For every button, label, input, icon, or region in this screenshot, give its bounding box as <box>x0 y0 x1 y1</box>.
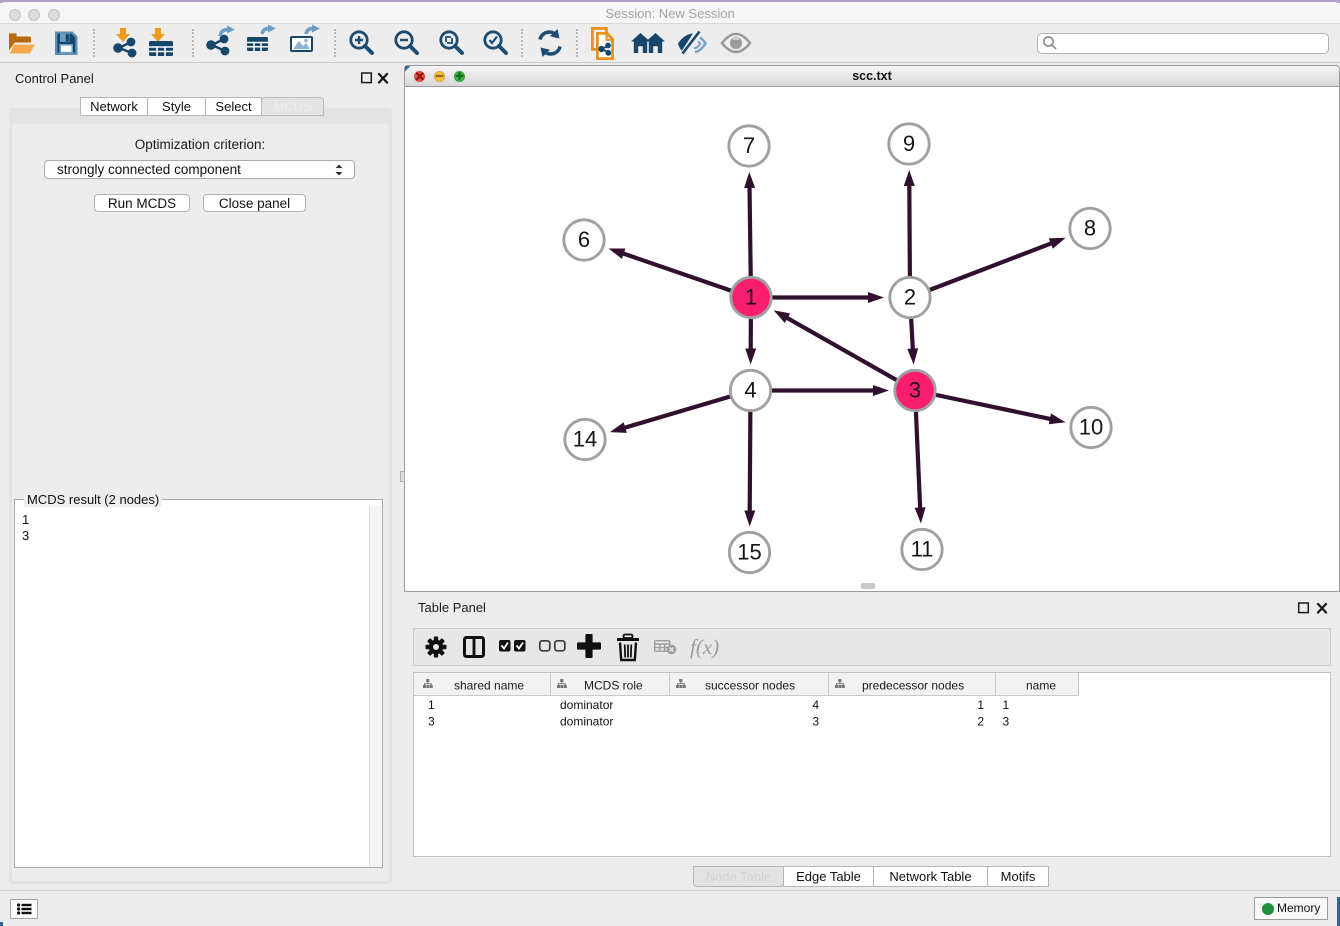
svg-text:3: 3 <box>909 378 921 403</box>
svg-text:9: 9 <box>903 131 915 156</box>
svg-text:dominator: dominator <box>560 714 613 728</box>
svg-text:dominator: dominator <box>560 698 613 712</box>
svg-text:6: 6 <box>578 227 590 252</box>
svg-text:15: 15 <box>737 540 761 565</box>
svg-text:3: 3 <box>1003 714 1010 728</box>
svg-text:2: 2 <box>904 285 916 310</box>
svg-text:4: 4 <box>744 378 756 403</box>
svg-text:name: name <box>1026 679 1056 693</box>
svg-text:8: 8 <box>1084 216 1096 241</box>
svg-text:shared name: shared name <box>454 679 524 693</box>
svg-text:7: 7 <box>743 133 755 158</box>
svg-text:successor nodes: successor nodes <box>705 679 795 693</box>
svg-text:10: 10 <box>1079 415 1103 440</box>
svg-text:1: 1 <box>428 698 435 712</box>
svg-text:3: 3 <box>428 714 435 728</box>
svg-text:4: 4 <box>812 698 819 712</box>
svg-text:MCDS role: MCDS role <box>584 679 643 693</box>
svg-text:predecessor nodes: predecessor nodes <box>862 679 964 693</box>
svg-text:14: 14 <box>573 427 597 452</box>
svg-text:11: 11 <box>911 537 934 562</box>
svg-text:1: 1 <box>745 285 757 310</box>
svg-text:1: 1 <box>1003 698 1010 712</box>
svg-text:f(x): f(x) <box>690 635 719 659</box>
svg-text:2: 2 <box>977 714 984 728</box>
svg-text:1: 1 <box>977 698 984 712</box>
svg-text:3: 3 <box>812 714 819 728</box>
